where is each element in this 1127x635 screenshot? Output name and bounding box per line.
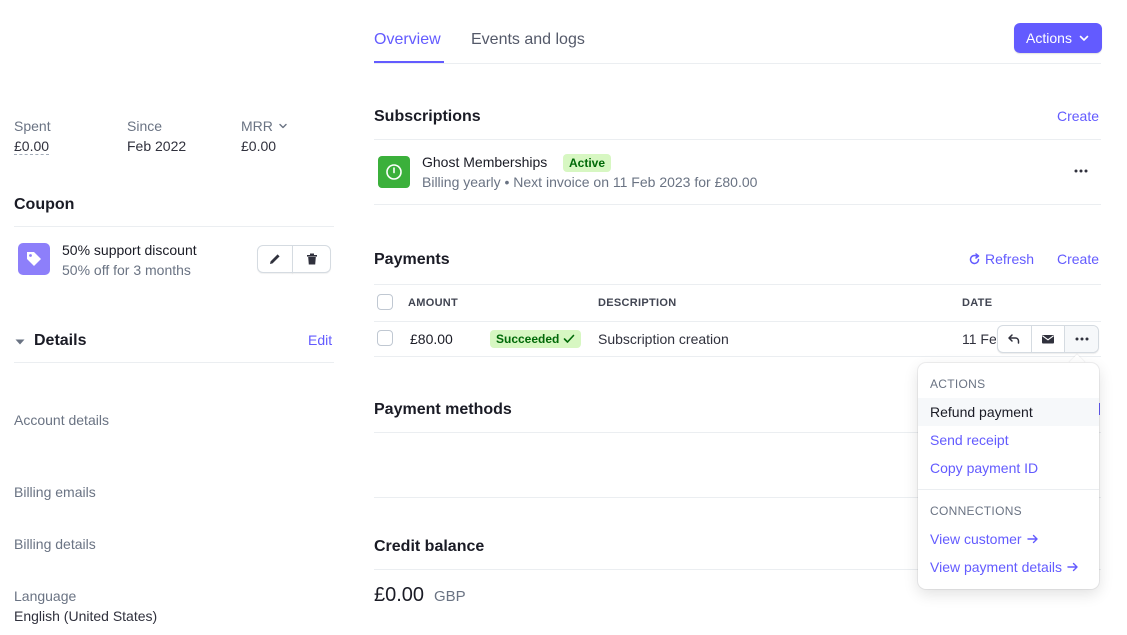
menu-item-label: Send receipt — [930, 432, 1009, 448]
meta-separator: • — [504, 174, 514, 190]
refresh-label: Refresh — [985, 251, 1035, 267]
credit-balance-amount: £0.00 — [374, 584, 425, 606]
arrow-right-icon — [1067, 562, 1078, 572]
billing-details-label: Billing details — [14, 536, 96, 552]
payment-amount: £80.00 — [410, 331, 453, 347]
menu-item-copy-payment-id[interactable]: Copy payment ID — [918, 454, 1099, 482]
billing-emails-label: Billing emails — [14, 484, 96, 500]
menu-item-label: View customer — [930, 531, 1022, 547]
arrow-right-icon — [1026, 534, 1038, 544]
details-divider — [14, 362, 334, 363]
coupon-divider — [14, 226, 334, 227]
menu-divider — [918, 489, 1099, 490]
select-all-checkbox[interactable] — [377, 294, 393, 310]
actions-button[interactable]: Actions — [1014, 23, 1102, 53]
menu-item-view-payment-details[interactable]: View payment details — [918, 553, 1099, 581]
undo-icon — [1008, 334, 1020, 344]
col-description: DESCRIPTION — [598, 297, 677, 309]
menu-item-send-receipt[interactable]: Send receipt — [918, 426, 1099, 454]
payment-description: Subscription creation — [598, 331, 729, 347]
details-toggle[interactable] — [14, 335, 26, 351]
credit-balance-currency: GBP — [434, 588, 466, 605]
actions-button-label: Actions — [1026, 30, 1072, 46]
stat-mrr-label: MRR — [241, 118, 273, 134]
row-more-button[interactable] — [1065, 326, 1099, 352]
coupon-description: 50% off for 3 months — [62, 262, 191, 278]
col-date: DATE — [962, 297, 993, 309]
subscriptions-divider — [374, 139, 1101, 140]
subscription-row-divider — [374, 204, 1101, 205]
menu-item-refund-payment[interactable]: Refund payment — [918, 398, 1099, 426]
tag-icon — [18, 243, 50, 275]
credit-balance-heading: Credit balance — [374, 538, 485, 555]
tab-overview[interactable]: Overview — [374, 31, 441, 49]
pencil-icon — [270, 254, 280, 264]
subscriptions-heading: Subscriptions — [374, 108, 481, 125]
checkmark-icon — [564, 334, 575, 343]
stat-since-label: Since — [127, 118, 163, 134]
caret-down-icon — [15, 339, 25, 345]
edit-coupon-button[interactable] — [257, 245, 293, 273]
refund-button[interactable] — [998, 326, 1032, 352]
details-heading: Details — [34, 332, 87, 349]
send-receipt-button[interactable] — [1032, 326, 1066, 352]
menu-item-label: Copy payment ID — [930, 460, 1039, 476]
subscription-meta: Billing yearly • Next invoice on 11 Feb … — [422, 174, 757, 190]
payment-status-label: Succeeded — [496, 332, 560, 346]
delete-coupon-button[interactable] — [292, 245, 331, 273]
language-value: English (United States) — [14, 608, 158, 624]
chevron-down-icon — [1079, 35, 1089, 41]
row-checkbox[interactable] — [377, 330, 393, 346]
payments-refresh-button[interactable]: Refresh — [968, 251, 1034, 267]
account-details-label: Account details — [14, 412, 109, 428]
row-action-group — [997, 325, 1099, 353]
payments-header-divider — [374, 284, 1101, 285]
details-edit-link[interactable]: Edit — [308, 332, 332, 348]
menu-item-view-customer[interactable]: View customer — [918, 525, 1099, 553]
menu-item-label: Refund payment — [930, 404, 1033, 420]
subscription-name[interactable]: Ghost Memberships — [422, 154, 547, 170]
col-amount: AMOUNT — [408, 297, 459, 309]
payments-create-link[interactable]: Create — [1057, 251, 1099, 267]
subscriptions-create-link[interactable]: Create — [1057, 108, 1099, 124]
subscription-status-badge: Active — [563, 154, 612, 172]
payment-status-badge: Succeeded — [490, 330, 582, 348]
subscription-billing: Billing yearly — [422, 174, 501, 190]
subscription-next-invoice: Next invoice on 11 Feb 2023 for £80.00 — [513, 174, 758, 190]
mrr-selector[interactable]: MRR — [241, 118, 288, 134]
subscription-more-button[interactable] — [1072, 162, 1090, 180]
menu-item-label: View payment details — [930, 559, 1063, 575]
more-horizontal-icon — [1074, 169, 1088, 173]
stat-spent-label: Spent — [14, 118, 51, 134]
trash-icon — [306, 253, 317, 265]
payments-row-divider — [374, 356, 1101, 357]
stat-spent-value: £0.00 — [14, 138, 50, 155]
subscription-clock-icon — [378, 156, 410, 188]
payment-methods-heading: Payment methods — [374, 401, 512, 418]
chevron-down-icon — [279, 123, 287, 129]
coupon-name: 50% support discount — [62, 242, 197, 258]
stat-mrr-value: £0.00 — [241, 138, 277, 154]
menu-caption-connections: CONNECTIONS — [930, 504, 1022, 518]
refresh-icon — [969, 252, 980, 264]
payment-row-menu: ACTIONS Refund payment Send receipt Copy… — [918, 363, 1099, 589]
payments-column-divider — [374, 321, 1101, 322]
coupon-heading: Coupon — [14, 196, 75, 213]
payments-heading: Payments — [374, 251, 450, 268]
menu-caption-actions: ACTIONS — [930, 377, 986, 391]
tab-events-and-logs[interactable]: Events and logs — [471, 31, 585, 49]
language-label: Language — [14, 588, 77, 604]
payment-date: 11 Feb — [962, 331, 996, 347]
stat-since-value: Feb 2022 — [127, 138, 187, 154]
tabs-divider — [374, 63, 1101, 64]
envelope-icon — [1042, 335, 1054, 344]
more-horizontal-icon — [1075, 337, 1089, 341]
